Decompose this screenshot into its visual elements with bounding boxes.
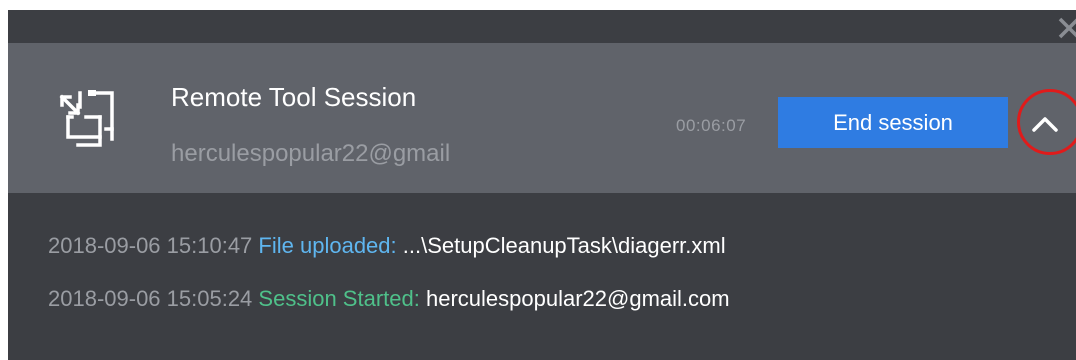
remote-session-window: Remote Tool Session herculespopular22@gm… [8, 10, 1076, 360]
session-user-email: herculespopular22@gmail [171, 140, 451, 167]
session-panel: Remote Tool Session herculespopular22@gm… [8, 43, 1076, 193]
log-timestamp: 2018-09-06 15:05:24 [48, 286, 253, 311]
log-entry: 2018-09-06 15:10:47 File uploaded: ...\S… [48, 233, 726, 259]
end-session-button[interactable]: End session [778, 97, 1008, 148]
session-log: 2018-09-06 15:10:47 File uploaded: ...\S… [8, 193, 1076, 360]
title-bar [8, 10, 1076, 43]
chevron-up-icon[interactable] [1020, 98, 1070, 148]
log-detail: ...\SetupCleanupTask\diagerr.xml [402, 233, 726, 258]
log-detail: herculespopular22@gmail.com [425, 286, 730, 311]
log-event: Session Started: [258, 286, 420, 311]
log-entry: 2018-09-06 15:05:24 Session Started: her… [48, 286, 730, 312]
log-timestamp: 2018-09-06 15:10:47 [48, 233, 253, 258]
session-title: Remote Tool Session [171, 82, 417, 112]
remote-session-icon [52, 87, 130, 163]
session-timer: 00:06:07 [676, 116, 747, 135]
log-event: File uploaded: [258, 233, 397, 258]
close-icon[interactable] [1054, 13, 1076, 43]
